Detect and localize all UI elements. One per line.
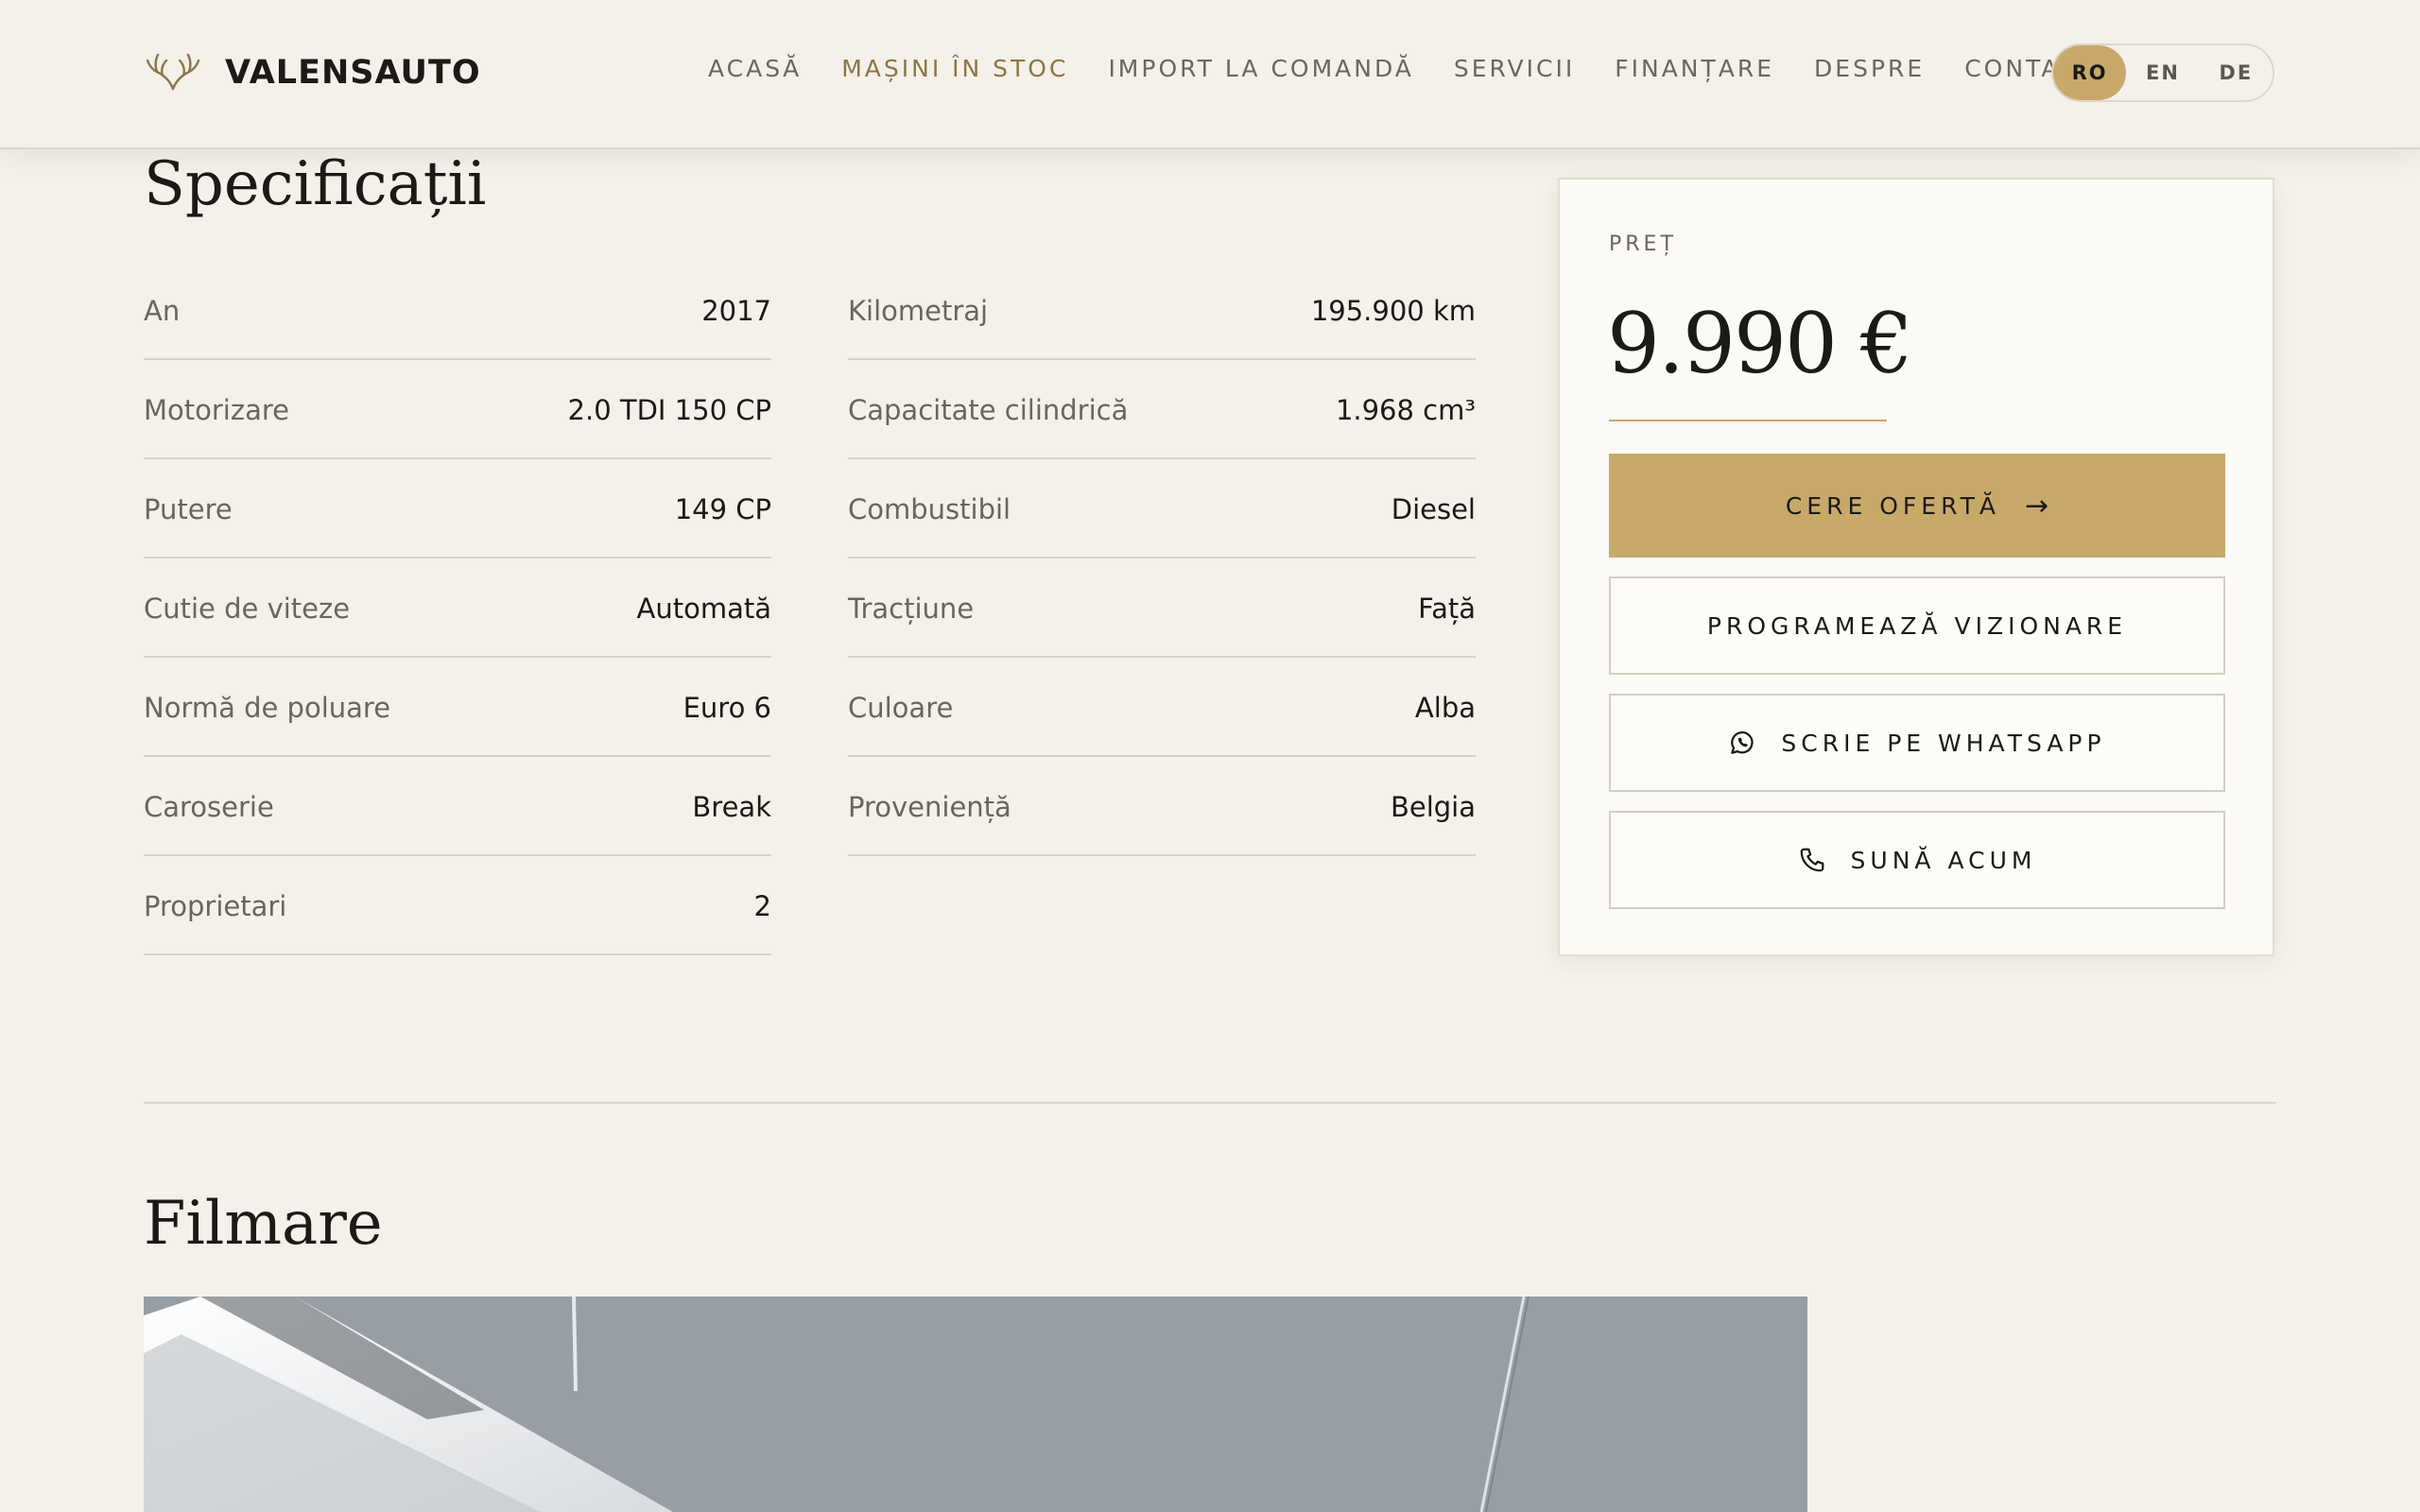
specs-column-left: An 2017 Motorizare 2.0 TDI 150 CP Putere… [144, 263, 771, 957]
spec-label: Normă de poluare [144, 691, 391, 724]
specs-title: Specificații [144, 149, 487, 219]
price-label: PREȚ [1609, 232, 1677, 256]
phone-icon [1798, 846, 1826, 874]
spec-label: Kilometraj [848, 294, 989, 327]
nav-item-servicii[interactable]: SERVICII [1454, 55, 1575, 82]
whatsapp-label: SCRIE PE WHATSAPP [1781, 729, 2106, 757]
section-divider [144, 1102, 2276, 1104]
nav-item-masini-in-stoc[interactable]: MAȘINI ÎN STOC [841, 55, 1068, 82]
whatsapp-button[interactable]: SCRIE PE WHATSAPP [1609, 694, 2225, 792]
spec-value: 2 [753, 889, 771, 922]
video-section-title: Filmare [144, 1189, 383, 1259]
spec-label: Caroserie [144, 790, 274, 823]
spec-row: An 2017 [144, 263, 771, 360]
spec-value: 149 CP [674, 492, 771, 525]
spec-value: Automată [636, 592, 772, 625]
price-card: PREȚ 9.990 € CERE OFERTĂ → PROGRAMEAZĂ V… [1558, 178, 2274, 956]
whatsapp-icon [1728, 729, 1756, 757]
price-underline [1609, 420, 1887, 421]
spec-value: Euro 6 [683, 691, 771, 724]
spec-value: Diesel [1391, 492, 1476, 525]
schedule-viewing-button[interactable]: PROGRAMEAZĂ VIZIONARE [1609, 576, 2225, 675]
spec-label: Tracțiune [848, 592, 975, 625]
spec-value: 2.0 TDI 150 CP [567, 393, 771, 426]
spec-row: Capacitate cilindrică 1.968 cm³ [848, 362, 1476, 459]
spec-row: Normă de poluare Euro 6 [144, 660, 771, 757]
spec-value: Alba [1414, 691, 1476, 724]
spec-row: Caroserie Break [144, 759, 771, 856]
spec-label: An [144, 294, 181, 327]
spec-label: Motorizare [144, 393, 289, 426]
nav-item-despre[interactable]: DESPRE [1814, 55, 1925, 82]
spec-row: Combustibil Diesel [848, 461, 1476, 558]
lang-option-de[interactable]: DE [2200, 45, 2273, 100]
spec-value: Break [692, 790, 771, 823]
spec-row: Proveniență Belgia [848, 759, 1476, 856]
antlers-logo-icon [144, 49, 202, 96]
main-nav: ACASĂ MAȘINI ÎN STOC IMPORT LA COMANDĂ S… [708, 55, 2097, 82]
spec-label: Combustibil [848, 492, 1011, 525]
spec-label: Capacitate cilindrică [848, 393, 1129, 426]
nav-item-acasa[interactable]: ACASĂ [708, 55, 802, 82]
spec-row: Kilometraj 195.900 km [848, 263, 1476, 360]
spec-value: 2017 [701, 294, 771, 327]
spec-row: Culoare Alba [848, 660, 1476, 757]
video-player[interactable] [144, 1297, 1807, 1512]
spec-label: Proprietari [144, 889, 287, 922]
spec-row: Motorizare 2.0 TDI 150 CP [144, 362, 771, 459]
video-frame-image [144, 1297, 1807, 1512]
request-offer-button[interactable]: CERE OFERTĂ → [1609, 454, 2225, 558]
spec-row: Proprietari 2 [144, 858, 771, 955]
spec-label: Culoare [848, 691, 954, 724]
spec-label: Putere [144, 492, 233, 525]
spec-label: Proveniență [848, 790, 1011, 823]
nav-item-finantare[interactable]: FINANȚARE [1615, 55, 1774, 82]
spec-value: 195.900 km [1310, 294, 1476, 327]
schedule-viewing-label: PROGRAMEAZĂ VIZIONARE [1706, 611, 2128, 640]
spec-row: Tracțiune Față [848, 560, 1476, 658]
specs-column-right: Kilometraj 195.900 km Capacitate cilindr… [848, 263, 1476, 858]
spec-value: Față [1418, 592, 1476, 625]
lang-option-en[interactable]: EN [2126, 45, 2199, 100]
spec-label: Cutie de viteze [144, 592, 351, 625]
language-switcher: RO EN DE [2051, 43, 2274, 102]
brand-name: VALENSAUTO [225, 54, 481, 92]
request-offer-label: CERE OFERTĂ [1785, 491, 2000, 520]
call-now-label: SUNĂ ACUM [1850, 846, 2037, 874]
lang-option-ro[interactable]: RO [2053, 45, 2127, 100]
site-header: VALENSAUTO ACASĂ MAȘINI ÎN STOC IMPORT L… [0, 0, 2420, 149]
call-now-button[interactable]: SUNĂ ACUM [1609, 811, 2225, 909]
nav-item-import-la-comanda[interactable]: IMPORT LA COMANDĂ [1108, 55, 1413, 82]
price-value: 9.990 € [1607, 295, 1913, 392]
spec-value: 1.968 cm³ [1335, 393, 1476, 426]
spec-row: Cutie de viteze Automată [144, 560, 771, 658]
brand-logo[interactable]: VALENSAUTO [144, 49, 481, 96]
spec-row: Putere 149 CP [144, 461, 771, 558]
arrow-right-icon: → [2025, 489, 2049, 523]
spec-value: Belgia [1390, 790, 1476, 823]
